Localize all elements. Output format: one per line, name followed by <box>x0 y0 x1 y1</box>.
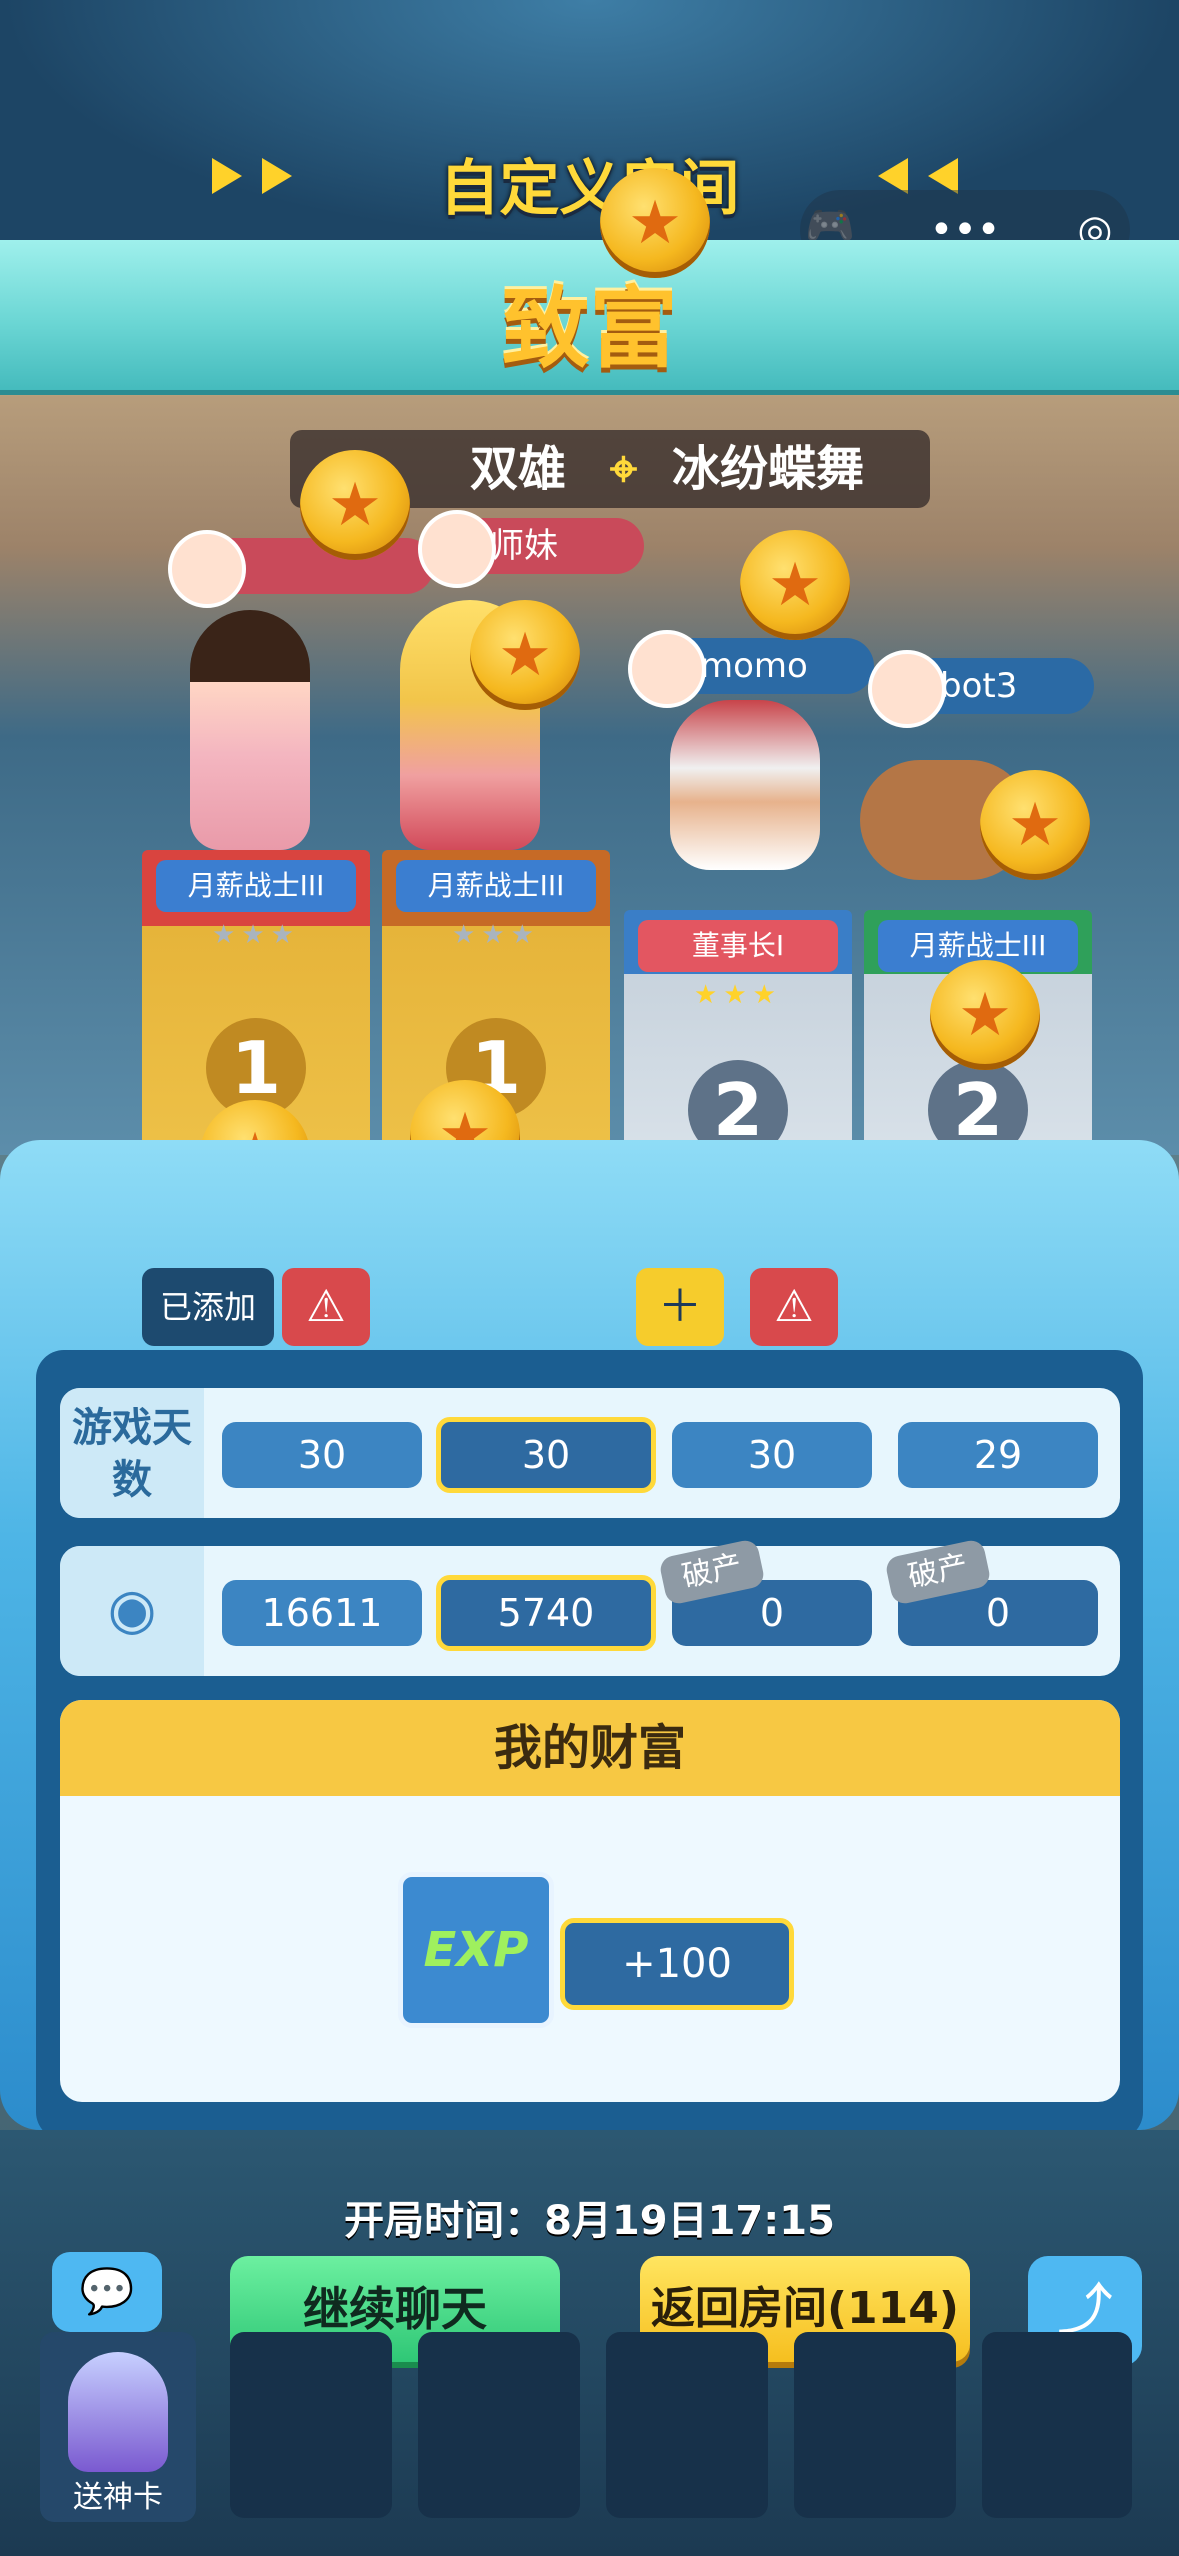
wealth-title: 我的财富 <box>60 1700 1120 1796</box>
team-name: 双雄 <box>470 441 567 497</box>
days-row: 游戏天数 30 30 30 29 <box>60 1388 1120 1518</box>
avatar[interactable] <box>868 650 946 728</box>
arrow-left-icon <box>928 158 958 194</box>
days-value: 29 <box>898 1422 1098 1488</box>
card-slot[interactable] <box>230 2332 392 2518</box>
avatar[interactable] <box>168 530 246 608</box>
added-badge: 已添加 <box>142 1268 274 1346</box>
podium-title: 董事长I <box>638 920 838 972</box>
god-avatar-icon <box>68 2352 168 2472</box>
coin-icon: ★ <box>300 450 410 560</box>
card-slot[interactable] <box>794 2332 956 2518</box>
days-label: 游戏天数 <box>60 1388 204 1518</box>
banner-title: 致富 <box>501 277 678 380</box>
avatar[interactable] <box>628 630 706 708</box>
coin-stack-icon: ◉ <box>60 1546 204 1676</box>
player-name: bot3 <box>940 666 1018 706</box>
coin-icon: ★ <box>930 960 1040 1070</box>
exp-icon: EXP <box>398 1872 554 2028</box>
chat-bubble-icon[interactable]: 💬 <box>52 2252 162 2332</box>
days-value: 30 <box>222 1422 422 1488</box>
map-name: 冰纷蝶舞 <box>672 441 865 497</box>
location-icon: ⌖ <box>610 441 638 497</box>
coins-value: 5740 <box>436 1575 656 1651</box>
avatar[interactable] <box>418 510 496 588</box>
coin-icon: ★ <box>600 168 710 278</box>
god-card-slot[interactable]: 送神卡 <box>40 2332 196 2522</box>
days-value: 30 <box>672 1422 872 1488</box>
star-icon: ★★★ <box>212 920 300 950</box>
card-slot[interactable] <box>982 2332 1132 2518</box>
god-card-label: 送神卡 <box>73 2480 163 2515</box>
exp-value: +100 <box>560 1918 794 2010</box>
report-user-icon[interactable]: ⚠ <box>282 1268 370 1346</box>
report-user-icon[interactable]: ⚠ <box>750 1268 838 1346</box>
podium-title: 月薪战士III <box>396 860 596 912</box>
player-name: momo <box>700 646 808 686</box>
coins-value: 16611 <box>222 1580 422 1646</box>
player-name: 师妹 <box>490 526 558 566</box>
star-icon: ★★★ <box>452 920 540 950</box>
arrow-left-icon <box>878 158 908 194</box>
card-slot[interactable] <box>418 2332 580 2518</box>
star-icon: ★★★ <box>694 980 782 1010</box>
coins-row: ◉ 16611 5740 0 0 破产 破产 <box>60 1538 1120 1676</box>
podium-title: 月薪战士III <box>156 860 356 912</box>
days-value: 30 <box>436 1417 656 1493</box>
coin-icon: ★ <box>980 770 1090 880</box>
character-girl <box>190 610 310 850</box>
start-time: 开局时间：8月19日17:15 <box>344 2198 835 2244</box>
character-sheikh <box>670 700 820 870</box>
add-friend-icon[interactable]: ＋ <box>636 1268 724 1346</box>
coin-icon: ★ <box>470 600 580 710</box>
wealth-card: 我的财富 <box>60 1700 1120 2102</box>
coin-icon: ★ <box>740 530 850 640</box>
card-slot[interactable] <box>606 2332 768 2518</box>
